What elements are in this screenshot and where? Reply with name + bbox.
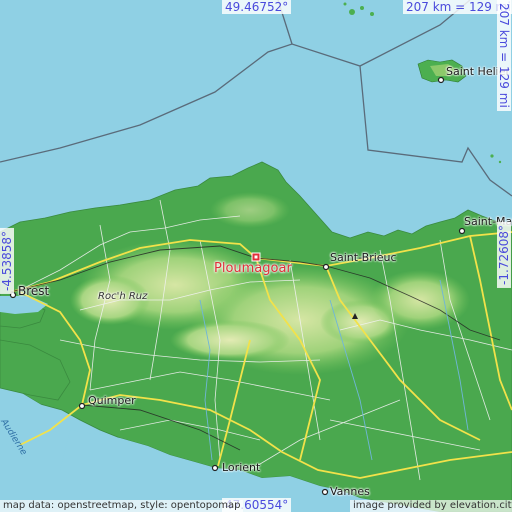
vannes-marker	[321, 488, 329, 496]
saint-malo-marker	[458, 227, 466, 235]
coord-top-label: 49.46752°	[222, 0, 292, 14]
vannes-label: Vannes	[330, 485, 370, 498]
roch-ruz-label: Roc'h Ruz	[98, 291, 148, 302]
main-place-label: Ploumagoar	[214, 261, 292, 276]
map-graphics	[0, 0, 512, 512]
map-canvas[interactable]: Saint Helier Saint-Malo Saint-Brieuc Bre…	[0, 0, 512, 512]
quimper-marker	[78, 402, 86, 410]
coord-right-label: -1.72608°	[497, 222, 511, 288]
scale-top-label: 207 km = 129 mi	[403, 0, 512, 14]
quimper-label: Quimper	[88, 394, 136, 407]
brest-label: Brest	[18, 284, 50, 298]
lorient-label: Lorient	[222, 461, 261, 474]
attribution-left: map data: openstreetmap, style: opentopo…	[0, 500, 244, 512]
attribution-right: image provided by elevation.city	[350, 500, 512, 512]
coord-left-label: -4.53858°	[0, 228, 14, 294]
saint-brieuc-marker	[322, 263, 330, 271]
lorient-marker	[211, 464, 219, 472]
saint-brieuc-label: Saint-Brieuc	[330, 251, 397, 264]
scale-right-label: 207 km = 129 mi	[497, 0, 511, 111]
saint-helier-marker	[437, 76, 445, 84]
